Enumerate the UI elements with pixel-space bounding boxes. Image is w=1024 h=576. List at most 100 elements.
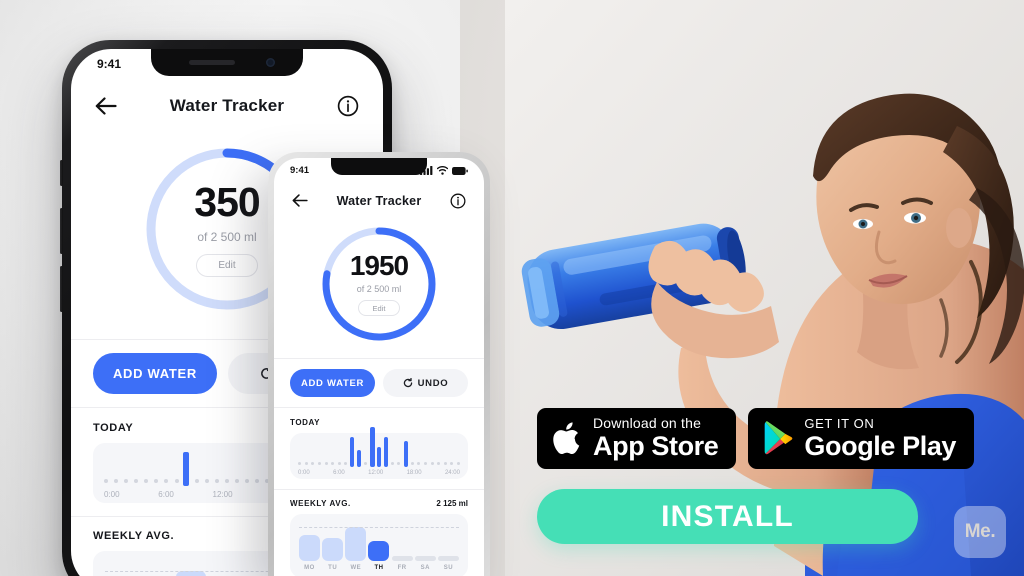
info-button[interactable] [449, 191, 468, 210]
hour-dot [437, 462, 441, 465]
back-button[interactable] [290, 191, 309, 210]
phone-mute-switch [60, 160, 63, 186]
weekly-bar-column [345, 527, 367, 561]
today-bar [349, 437, 355, 467]
weekly-title: WEEKLY AVG. [290, 499, 351, 508]
hour-dot [164, 479, 169, 483]
info-circle-icon [337, 95, 359, 117]
page-title: Water Tracker [169, 96, 285, 115]
edit-goal-button[interactable]: Edit [358, 300, 400, 316]
google-play-line2: Google Play [804, 430, 957, 461]
weekly-bar [299, 535, 320, 561]
today-section: TODAY 0:00 6:00 12:00 18:00 24:00 [274, 408, 484, 479]
hour-dot [331, 462, 335, 465]
weekly-bar [345, 527, 367, 561]
phone-notch [331, 158, 427, 175]
weekly-bar-column [391, 556, 413, 561]
today-bar [356, 450, 361, 467]
back-button[interactable] [93, 93, 119, 119]
google-play-icon [765, 421, 793, 455]
action-row: ADD WATER UNDO [274, 359, 484, 407]
weekly-day-labels: MO TU WE TH FR SA SU [299, 565, 459, 571]
ring-current-value: 1950 [349, 250, 409, 281]
hour-dot [430, 462, 434, 465]
info-button[interactable] [335, 93, 361, 119]
today-title: TODAY [93, 422, 134, 434]
phone-mockup-secondary: 9:41 Water Tracker 1950 of 2 500 ml Edit… [268, 152, 490, 576]
install-label: INSTALL [661, 499, 794, 533]
today-bar [370, 427, 375, 467]
add-water-button[interactable]: ADD WATER [290, 369, 375, 397]
hour-dot [423, 462, 427, 465]
today-heading: TODAY [290, 418, 468, 427]
info-circle-icon [450, 193, 466, 208]
app-store-badge-text: Download on the App Store [593, 415, 719, 460]
google-play-badge-text: GET IT ON Google Play [804, 417, 956, 460]
weekly-bar-column [299, 535, 320, 561]
ring-goal-label: of 2 500 ml [197, 229, 257, 244]
status-icons [420, 166, 468, 175]
hour-dot [224, 479, 229, 483]
hour-dot [317, 462, 321, 465]
ring-goal-label: of 2 500 ml [356, 284, 402, 294]
hour-dot [298, 462, 301, 465]
arrow-left-icon [292, 194, 308, 207]
weekly-bar [414, 556, 436, 561]
axis-tick-label: 18:00 [406, 470, 422, 476]
hour-dot [337, 462, 341, 465]
hour-dot [114, 479, 119, 483]
app-store-line1: Download on the [593, 415, 702, 431]
weekly-bar [322, 537, 344, 561]
hour-dot [390, 462, 394, 465]
weekly-bar-chart [299, 521, 459, 561]
hour-dot [154, 479, 159, 483]
hour-dot [410, 462, 414, 465]
weekly-day-label: FR [397, 565, 407, 571]
undo-label: UNDO [417, 377, 449, 389]
goal-dashed-line [299, 527, 459, 528]
weekly-bar-column [368, 540, 390, 561]
page-title: Water Tracker [336, 193, 422, 208]
add-water-button[interactable]: ADD WATER [93, 353, 217, 394]
undo-circle-icon [403, 378, 412, 388]
wifi-icon [437, 166, 448, 175]
hour-dot [204, 479, 209, 483]
weekly-day-label: WE [350, 565, 362, 571]
axis-tick-label: 12:00 [212, 490, 233, 499]
store-badges: Download on the App Store GET IT ON Goog… [537, 408, 975, 469]
app-logo-text: Me. [964, 521, 996, 542]
axis-tick-label: 6:00 [333, 470, 345, 476]
phone-volume-up-button [60, 208, 63, 254]
undo-button[interactable]: UNDO [383, 369, 468, 397]
weekly-bar [437, 556, 459, 561]
hour-dot [344, 462, 348, 465]
hour-dot [144, 479, 149, 483]
axis-tick-label: 12:00 [368, 470, 384, 476]
arrow-left-icon [95, 97, 117, 115]
hour-dot [397, 462, 401, 465]
weekly-title: WEEKLY AVG. [93, 530, 175, 542]
install-button[interactable]: INSTALL [537, 489, 918, 544]
weekly-heading: WEEKLY AVG. 2 125 ml [290, 499, 468, 508]
today-title: TODAY [290, 418, 321, 427]
weekly-bar [391, 556, 413, 561]
battery-icon [452, 166, 468, 175]
app-nav-bar: Water Tracker [274, 176, 484, 210]
hour-dot [443, 462, 447, 465]
today-chart-card: 0:00 6:00 12:00 18:00 24:00 [290, 427, 468, 479]
app-store-badge[interactable]: Download on the App Store [537, 408, 737, 469]
app-logo: Me. [954, 506, 1006, 558]
weekly-bar-column [437, 556, 459, 561]
front-camera-icon [266, 58, 275, 67]
hour-dot [104, 479, 108, 483]
axis-tick-label: 0:00 [298, 470, 310, 476]
edit-goal-button[interactable]: Edit [196, 253, 258, 277]
ring-readout: 1950 of 2 500 ml Edit [319, 224, 439, 344]
google-play-badge[interactable]: GET IT ON Google Play [748, 408, 975, 469]
promo-banner: 9:41 Water Tracker 350 of 2 500 ml Edit … [0, 0, 1024, 576]
hour-dot [194, 479, 199, 483]
hour-dot [245, 479, 250, 483]
speaker-grill-icon [189, 60, 235, 65]
today-axis-labels: 0:00 6:00 12:00 18:00 24:00 [298, 470, 460, 476]
axis-tick-label: 24:00 [444, 470, 460, 476]
